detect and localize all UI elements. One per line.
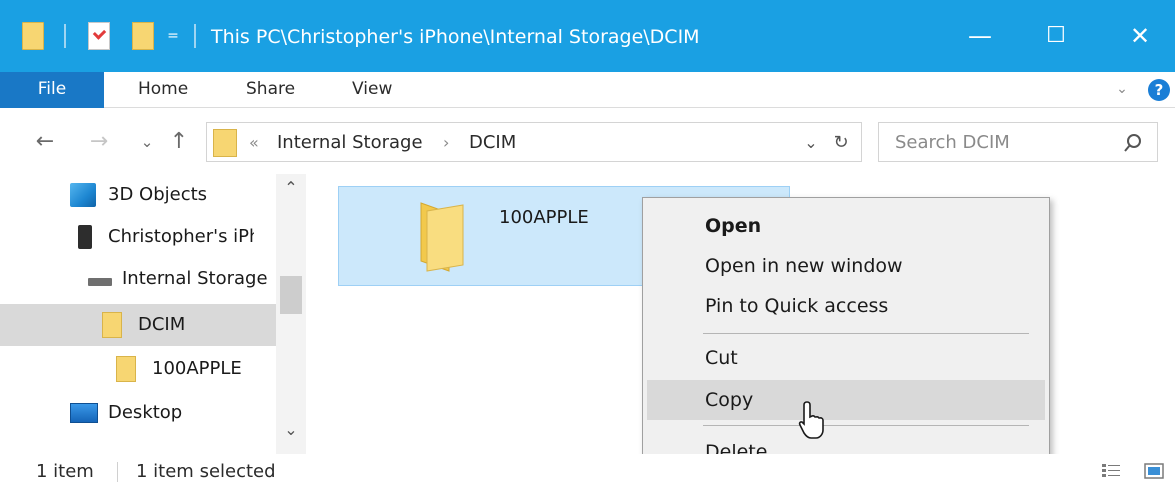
navigation-pane: 3D Objects Christopher's iPhone Internal…	[0, 174, 306, 454]
status-bar: 1 item 1 item selected	[0, 454, 1175, 489]
search-input[interactable]: Search DCIM	[895, 129, 1010, 157]
tab-view[interactable]: View	[352, 72, 392, 108]
chevron-down-icon[interactable]: ⌄	[801, 131, 821, 155]
navigation-bar: ← → ⌄ ↑ « Internal Storage › DCIM ⌄ ↻ Se…	[0, 108, 1175, 174]
nav-item-label: Christopher's iPhone	[108, 226, 254, 247]
up-button[interactable]: ↑	[166, 128, 192, 156]
quick-access-customize-icon[interactable]: =	[166, 28, 180, 44]
address-overflow[interactable]: «	[249, 129, 259, 157]
address-separator[interactable]: ›	[443, 129, 449, 157]
address-segment[interactable]: Internal Storage	[277, 129, 423, 157]
nav-item-3d-objects[interactable]: 3D Objects	[0, 174, 276, 216]
scrollbar-thumb[interactable]	[280, 276, 302, 314]
status-divider	[117, 462, 118, 482]
desktop-icon	[70, 403, 98, 423]
address-bar[interactable]: « Internal Storage › DCIM ⌄ ↻	[206, 122, 862, 162]
nav-pane-scrollbar[interactable]: ⌃ ⌄	[276, 174, 306, 454]
search-box[interactable]: Search DCIM	[878, 122, 1158, 162]
menu-item-open-new-window[interactable]: Open in new window	[647, 246, 1045, 286]
menu-item-cut[interactable]: Cut	[647, 338, 1045, 378]
tab-share[interactable]: Share	[246, 72, 295, 108]
large-icons-view-icon[interactable]	[1144, 462, 1164, 480]
nav-item-internal-storage[interactable]: Internal Storage	[0, 258, 276, 300]
help-icon[interactable]: ?	[1148, 79, 1170, 101]
nav-item-label: 3D Objects	[108, 184, 208, 205]
mouse-cursor-icon	[798, 401, 824, 439]
nav-item-desktop[interactable]: Desktop	[0, 392, 276, 434]
3d-objects-icon	[70, 183, 96, 207]
search-icon	[1124, 134, 1141, 152]
window-title: This PC\Christopher's iPhone\Internal St…	[211, 26, 700, 48]
drive-icon	[88, 278, 112, 286]
item-name: 100APPLE	[499, 207, 589, 228]
nav-item-label: 100APPLE	[152, 358, 242, 379]
folder-icon	[102, 312, 122, 338]
nav-item-dcim[interactable]: DCIM	[0, 304, 276, 346]
context-menu: Open Open in new window Pin to Quick acc…	[642, 197, 1050, 489]
selection-count: 1 item selected	[136, 461, 276, 482]
title-separator	[194, 24, 196, 48]
nav-item-label: Internal Storage	[122, 268, 268, 289]
menu-separator	[703, 425, 1029, 426]
nav-item-100apple[interactable]: 100APPLE	[0, 348, 276, 390]
scroll-up-icon[interactable]: ⌃	[276, 176, 306, 200]
address-segment[interactable]: DCIM	[469, 129, 516, 157]
details-view-icon[interactable]	[1101, 462, 1121, 480]
menu-separator	[703, 333, 1029, 334]
folder-icon	[116, 356, 136, 382]
properties-icon[interactable]	[88, 22, 110, 50]
back-button[interactable]: ←	[32, 128, 58, 156]
minimize-button[interactable]: —	[962, 18, 998, 54]
refresh-icon[interactable]: ↻	[829, 131, 853, 155]
nav-item-iphone[interactable]: Christopher's iPhone	[0, 216, 276, 258]
forward-button[interactable]: →	[86, 128, 112, 156]
title-bar[interactable]: = This PC\Christopher's iPhone\Internal …	[0, 0, 1175, 72]
folder-icon	[420, 202, 464, 272]
phone-icon	[78, 225, 92, 249]
new-folder-icon[interactable]	[132, 22, 154, 50]
nav-item-label: DCIM	[138, 314, 186, 335]
scroll-down-icon[interactable]: ⌄	[276, 418, 306, 442]
recent-locations-button[interactable]: ⌄	[134, 128, 160, 156]
expand-ribbon-icon[interactable]: ⌄	[1113, 80, 1131, 98]
ribbon-tabs: File Home Share View ⌄ ?	[0, 72, 1175, 108]
menu-item-copy[interactable]: Copy	[647, 380, 1045, 420]
close-button[interactable]: ✕	[1122, 18, 1158, 54]
maximize-button[interactable]: ☐	[1038, 18, 1074, 54]
menu-item-pin-quick-access[interactable]: Pin to Quick access	[647, 286, 1045, 326]
folder-icon	[213, 129, 237, 157]
tab-file[interactable]: File	[0, 72, 104, 108]
folder-icon	[22, 22, 44, 50]
title-separator	[64, 24, 66, 48]
item-count: 1 item	[36, 461, 94, 482]
tab-home[interactable]: Home	[138, 72, 188, 108]
nav-item-label: Desktop	[108, 402, 183, 423]
menu-item-open[interactable]: Open	[647, 206, 1045, 246]
